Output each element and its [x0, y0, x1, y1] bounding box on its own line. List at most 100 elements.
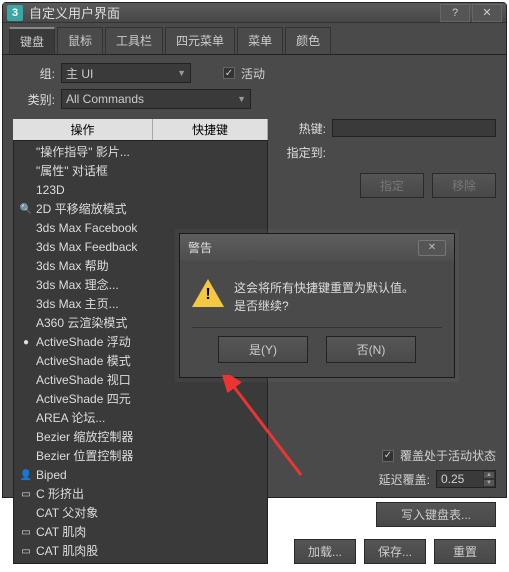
item-icon [20, 299, 32, 311]
item-icon [20, 147, 32, 159]
category-label: 类别: [13, 91, 55, 108]
dialog-msg-line1: 这会将所有快捷键重置为默认值。 [234, 279, 414, 297]
list-item-label: ActiveShade 浮动 [36, 334, 131, 351]
close-icon[interactable]: ✕ [472, 4, 502, 22]
list-item-label: CAT 父对象 [36, 505, 98, 522]
list-item[interactable]: 👤Biped [14, 466, 267, 485]
help-icon[interactable]: ? [440, 4, 470, 22]
shape-icon: ▭ [20, 489, 32, 501]
list-item[interactable]: "属性" 对话框 [14, 162, 267, 181]
item-icon [20, 375, 32, 387]
item-icon [20, 242, 32, 254]
list-item-label: 123D [36, 182, 65, 199]
delay-value: 0.25 [437, 472, 483, 486]
list-item[interactable]: ▭ CAT 肌肉股 [14, 542, 267, 561]
tabs: 键盘 鼠标 工具栏 四元菜单 菜单 颜色 [3, 23, 506, 55]
customize-ui-window: 3 自定义用户界面 ? ✕ 键盘 鼠标 工具栏 四元菜单 菜单 颜色 组: 主 … [2, 2, 507, 498]
tab-toolbar[interactable]: 工具栏 [105, 27, 163, 54]
save-button[interactable]: 保存... [364, 539, 426, 564]
list-item[interactable]: AREA 论坛... [14, 409, 267, 428]
item-icon [20, 185, 32, 197]
list-item[interactable]: Bezier 位置控制器 [14, 447, 267, 466]
list-item-label: CAT 肌肉 [36, 524, 86, 541]
dialog-close-icon[interactable]: ✕ [418, 240, 446, 256]
list-item[interactable]: Bezier 缩放控制器 [14, 428, 267, 447]
item-icon [20, 394, 32, 406]
assign-button[interactable]: 指定 [360, 173, 424, 198]
reset-button[interactable]: 重置 [434, 539, 496, 564]
item-icon [20, 508, 32, 520]
category-value: All Commands [66, 92, 144, 106]
delay-label: 延迟覆盖: [379, 471, 430, 488]
list-item-label: "操作指导" 影片... [36, 144, 130, 161]
item-icon [20, 451, 32, 463]
list-header: 操作 快捷键 [13, 119, 268, 140]
tab-quadmenu[interactable]: 四元菜单 [165, 27, 235, 54]
load-button[interactable]: 加载... [294, 539, 356, 564]
list-item-label: Bezier 位置控制器 [36, 448, 133, 465]
tab-mouse[interactable]: 鼠标 [57, 27, 103, 54]
col-action[interactable]: 操作 [13, 119, 153, 140]
hotkey-field[interactable] [332, 119, 496, 137]
tab-color[interactable]: 颜色 [285, 27, 331, 54]
remove-button[interactable]: 移除 [432, 173, 496, 198]
shape-icon: ▭ [20, 546, 32, 558]
tab-keyboard[interactable]: 键盘 [9, 27, 55, 54]
app-icon: 3 [7, 5, 23, 21]
write-keyboard-button[interactable]: 写入键盘表... [376, 502, 496, 527]
list-item-label: ActiveShade 视口 [36, 372, 131, 389]
warning-icon: ! [192, 279, 224, 307]
group-select[interactable]: 主 UI ▼ [61, 63, 191, 83]
col-shortcut[interactable]: 快捷键 [153, 119, 268, 140]
item-icon [20, 223, 32, 235]
warning-dialog: 警告 ✕ ! 这会将所有快捷键重置为默认值。 是否继续? 是(Y) 否(N) [179, 233, 455, 378]
shape-icon: ▭ [20, 527, 32, 539]
list-item-label: Bezier 缩放控制器 [36, 429, 133, 446]
list-item-label: 2D 平移缩放模式 [36, 201, 127, 218]
tab-menu[interactable]: 菜单 [237, 27, 283, 54]
list-item[interactable]: ▭ CAT 肌肉 [14, 523, 267, 542]
titlebar[interactable]: 3 自定义用户界面 ? ✕ [3, 3, 506, 23]
dialog-titlebar[interactable]: 警告 ✕ [180, 234, 454, 261]
window-title: 自定义用户界面 [29, 3, 440, 22]
list-item[interactable]: 🔍 2D 平移缩放模式 [14, 200, 267, 219]
dialog-no-button[interactable]: 否(N) [326, 336, 416, 363]
item-icon [20, 413, 32, 425]
chevron-down-icon: ▼ [237, 94, 246, 104]
list-item-label: AREA 论坛... [36, 410, 105, 427]
list-item[interactable]: ▭ C 形挤出 [14, 485, 267, 504]
overlay-checkbox-label: 覆盖处于活动状态 [400, 447, 496, 464]
list-item[interactable]: CAT 父对象 [14, 504, 267, 523]
item-icon [20, 318, 32, 330]
list-item-label: 3ds Max Facebook [36, 220, 137, 237]
list-item-label: 3ds Max 帮助 [36, 258, 109, 275]
group-label: 组: [13, 65, 55, 82]
delay-spinner[interactable]: 0.25 ▲ ▼ [436, 470, 496, 488]
list-item-label: ActiveShade 模式 [36, 353, 131, 370]
chevron-down-icon: ▼ [177, 68, 186, 78]
active-checkbox-label: 活动 [241, 65, 265, 82]
dialog-message: 这会将所有快捷键重置为默认值。 是否继续? [234, 279, 414, 315]
list-item-label: 3ds Max Feedback [36, 239, 137, 256]
item-icon [20, 166, 32, 178]
item-icon [20, 261, 32, 273]
spinner-up-icon[interactable]: ▲ [483, 471, 495, 479]
list-item[interactable]: 123D [14, 181, 267, 200]
category-select[interactable]: All Commands ▼ [61, 89, 251, 109]
zoom-icon: 🔍 [20, 204, 32, 216]
list-item-label: CAT 肌肉股 [36, 543, 98, 560]
dialog-yes-button[interactable]: 是(Y) [218, 336, 308, 363]
list-item-label: ActiveShade 四元 [36, 391, 131, 408]
list-item[interactable]: ActiveShade 四元 [14, 390, 267, 409]
list-item[interactable]: "操作指导" 影片... [14, 143, 267, 162]
list-item-label: Biped [36, 467, 67, 484]
list-item-label: "属性" 对话框 [36, 163, 108, 180]
item-icon [20, 432, 32, 444]
hotkey-label: 热键: [278, 120, 326, 137]
active-checkbox[interactable]: ✓ [223, 67, 235, 79]
list-item-label: 3ds Max 理念... [36, 277, 119, 294]
list-item-label: C 形挤出 [36, 486, 84, 503]
overlay-checkbox[interactable]: ✓ [382, 450, 394, 462]
assigned-value [332, 143, 496, 161]
spinner-down-icon[interactable]: ▼ [483, 479, 495, 487]
